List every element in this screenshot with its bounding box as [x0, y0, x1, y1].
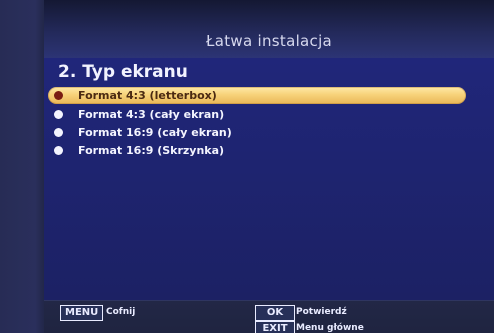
menu-key-button[interactable]: MENU	[60, 305, 104, 321]
option-full-screen-4-3[interactable]: Format 4:3 (cały ekran)	[48, 106, 468, 123]
ok-key-label: Potwierdź	[296, 307, 347, 317]
menu-key-label: Cofnij	[106, 307, 136, 317]
option-box-16-9[interactable]: Format 16:9 (Skrzynka)	[48, 142, 468, 159]
option-label: Format 16:9 (cały ekran)	[78, 126, 232, 139]
bullet-icon	[54, 110, 63, 119]
screen-type-options: Format 4:3 (letterbox) Format 4:3 (cały …	[0, 0, 494, 333]
option-label: Format 16:9 (Skrzynka)	[78, 144, 225, 157]
option-full-screen-16-9[interactable]: Format 16:9 (cały ekran)	[48, 124, 468, 141]
ok-key-button[interactable]: OK	[255, 305, 295, 321]
exit-key-button[interactable]: EXIT	[255, 321, 295, 333]
tv-screen: Łatwa instalacja 2. Typ ekranu Format 4:…	[0, 0, 494, 333]
option-label: Format 4:3 (cały ekran)	[78, 108, 225, 121]
bullet-icon	[54, 91, 63, 100]
exit-key-label: Menu główne	[296, 323, 364, 333]
option-letterbox-4-3[interactable]: Format 4:3 (letterbox)	[48, 87, 468, 104]
bullet-icon	[54, 146, 63, 155]
option-label: Format 4:3 (letterbox)	[78, 89, 217, 102]
footer-bar: MENU Cofnij OK Potwierdź EXIT Menu główn…	[44, 300, 494, 333]
bullet-icon	[54, 128, 63, 137]
